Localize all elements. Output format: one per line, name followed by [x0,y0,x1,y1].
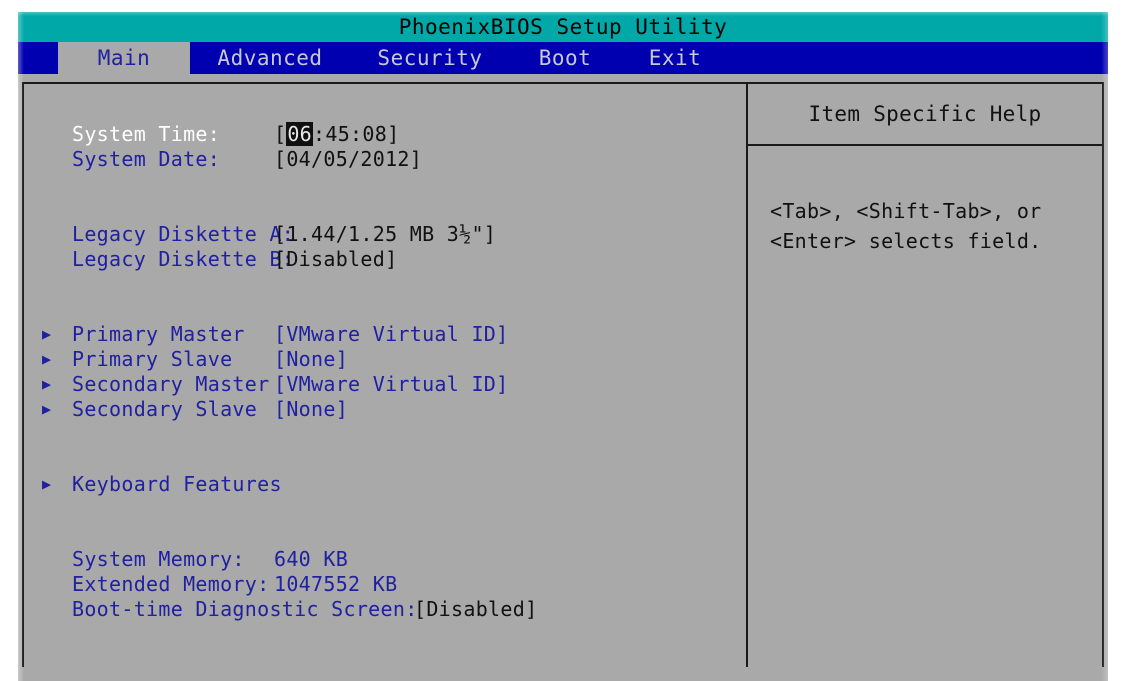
row-system-date[interactable]: System Date: [04/05/2012] [24,147,746,172]
expand-triangle-icon: ▶ [42,325,52,343]
help-panel-text: <Tab>, <Shift-Tab>, or <Enter> selects f… [770,199,1042,253]
row-label-keyboard-features: Keyboard Features [72,472,282,496]
row-value-boot-time-diagnostic-screen[interactable]: [Disabled] [414,597,537,622]
row-legacy-diskette-b[interactable]: Legacy Diskette B: [Disabled] [24,247,746,272]
row-label-extended-memory: Extended Memory: [72,572,270,596]
row-secondary-slave[interactable]: ▶ Secondary Slave [None] [24,397,746,422]
row-label-secondary-slave: Secondary Slave [72,397,258,421]
row-system-memory[interactable]: System Memory: 640 KB [24,547,746,572]
window-title: PhoenixBIOS Setup Utility [18,12,1108,42]
row-system-time[interactable]: System Time: [06:45:08] [24,122,746,147]
row-value-system-memory[interactable]: 640 KB [274,547,348,572]
item-specific-help-panel: Item Specific Help <Tab>, <Shift-Tab>, o… [748,84,1102,667]
field-cursor[interactable]: 06 [286,122,314,146]
bios-screen: PhoenixBIOS Setup Utility Main Advanced Se… [0,0,1135,681]
row-label-system-memory: System Memory: [72,547,245,571]
bios-window: PhoenixBIOS Setup Utility Main Advanced Se… [18,12,1108,681]
row-boot-time-diagnostic-screen[interactable]: Boot-time Diagnostic Screen: [Disabled] [24,597,746,622]
tab-boot[interactable]: Boot [510,42,620,74]
row-label-primary-master: Primary Master [72,322,245,346]
content-panels: System Time: [06:45:08] System Date: [04/05… [22,82,1104,667]
row-value-secondary-master[interactable]: [VMware Virtual ID] [274,372,508,397]
tab-advanced[interactable]: Advanced [190,42,350,74]
row-label-boot-time-diagnostic-screen: Boot-time Diagnostic Screen: [72,597,418,621]
row-label-system-time: System Time: [72,122,221,146]
row-label-secondary-master: Secondary Master [72,372,270,396]
menu-bar: Main Advanced Security Boot Exit [18,42,1108,74]
row-value-secondary-slave[interactable]: [None] [274,397,348,422]
settings-panel: System Time: [06:45:08] System Date: [04/05… [24,84,746,667]
row-keyboard-features[interactable]: ▶ Keyboard Features [24,472,746,497]
row-label-legacy-diskette-b: Legacy Diskette B: [72,247,295,271]
tab-security[interactable]: Security [350,42,510,74]
row-label-primary-slave: Primary Slave [72,347,233,371]
expand-triangle-icon: ▶ [42,400,52,418]
row-legacy-diskette-a[interactable]: Legacy Diskette A: [1.44/1.25 MB 3½"] [24,222,746,247]
row-value-legacy-diskette-a[interactable]: [1.44/1.25 MB 3½"] [274,222,496,247]
help-panel-title: Item Specific Help [748,84,1102,146]
row-value-system-time[interactable]: [06:45:08] [274,122,399,147]
row-value-system-date[interactable]: [04/05/2012] [274,147,422,172]
expand-triangle-icon: ▶ [42,375,52,393]
tab-exit[interactable]: Exit [620,42,730,74]
row-label-legacy-diskette-a: Legacy Diskette A: [72,222,295,246]
row-value-primary-master[interactable]: [VMware Virtual ID] [274,322,508,347]
expand-triangle-icon: ▶ [42,475,52,493]
row-label-system-date: System Date: [72,147,221,171]
row-value-extended-memory[interactable]: 1047552 KB [274,572,397,597]
tab-main[interactable]: Main [58,42,190,74]
menu-bar-underline [18,74,1108,82]
row-value-legacy-diskette-b[interactable]: [Disabled] [274,247,397,272]
expand-triangle-icon: ▶ [42,350,52,368]
row-primary-slave[interactable]: ▶ Primary Slave [None] [24,347,746,372]
row-primary-master[interactable]: ▶ Primary Master [VMware Virtual ID] [24,322,746,347]
row-secondary-master[interactable]: ▶ Secondary Master [VMware Virtual ID] [24,372,746,397]
row-value-primary-slave[interactable]: [None] [274,347,348,372]
row-extended-memory[interactable]: Extended Memory: 1047552 KB [24,572,746,597]
